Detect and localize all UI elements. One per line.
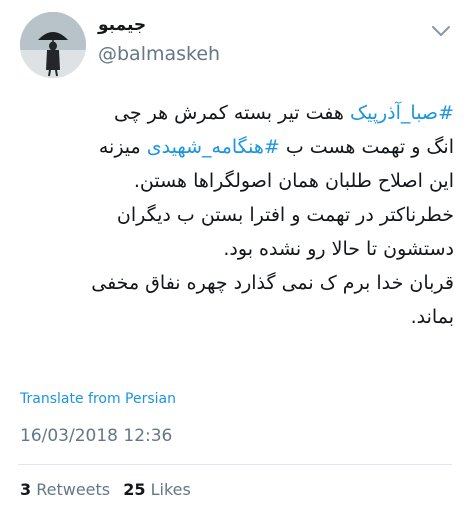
tweet-line: این اصلاح طلبان همان اصولگراها هستن. bbox=[18, 164, 454, 198]
avatar-image bbox=[20, 12, 86, 78]
tweet-text-segment: هفت تیر بسته کمرش هر چی bbox=[113, 102, 350, 124]
tweet-line: دستشون تا حالا رو نشده بود. bbox=[18, 232, 454, 266]
tweet-text-segment: بماند. bbox=[410, 306, 454, 328]
tweet-text-segment: میزنه bbox=[98, 136, 147, 158]
tweet-text-segment: خطرناکتر در تهمت و افترا بستن ب دیگران bbox=[116, 204, 454, 226]
user-handle[interactable]: @balmaskeh bbox=[98, 42, 220, 66]
tweet-text-segment: دستشون تا حالا رو نشده بود. bbox=[223, 238, 454, 260]
tweet-line: انگ و تهمت هست ب #هنگامه_شهیدی میزنه bbox=[18, 130, 454, 164]
tweet-line: بماند. bbox=[18, 300, 454, 334]
retweets-stat[interactable]: 3 Retweets bbox=[20, 480, 110, 499]
tweet-line: #صبا_آذرپیک هفت تیر بسته کمرش هر چی bbox=[18, 96, 454, 130]
chevron-down-icon[interactable] bbox=[430, 24, 452, 38]
likes-count: 25 bbox=[123, 480, 146, 499]
tweet-text-segment: قربان خدا برم ک نمی گذارد چهره نفاق مخفی bbox=[91, 272, 454, 294]
tweet-line: قربان خدا برم ک نمی گذارد چهره نفاق مخفی bbox=[18, 266, 454, 300]
hashtag-link[interactable]: #صبا_آذرپیک bbox=[350, 102, 454, 124]
tweet-timestamp[interactable]: 16/03/2018 12:36 bbox=[20, 426, 172, 446]
retweets-label: Retweets bbox=[36, 480, 111, 499]
tweet-text-segment: انگ و تهمت هست ب bbox=[279, 136, 454, 158]
likes-label: Likes bbox=[150, 480, 191, 499]
retweets-count: 3 bbox=[20, 480, 32, 499]
tweet-text: #صبا_آذرپیک هفت تیر بسته کمرش هر چی انگ و… bbox=[18, 96, 454, 334]
hashtag-link[interactable]: #هنگامه_شهیدی bbox=[147, 136, 280, 158]
tweet-stats: 3 Retweets 25 Likes bbox=[20, 480, 191, 499]
user-info[interactable]: جیمبو @balmaskeh bbox=[98, 14, 220, 66]
translate-link[interactable]: Translate from Persian bbox=[20, 391, 176, 407]
display-name[interactable]: جیمبو bbox=[98, 14, 220, 36]
tweet-text-segment: این اصلاح طلبان همان اصولگراها هستن. bbox=[133, 170, 454, 192]
likes-stat[interactable]: 25 Likes bbox=[123, 480, 191, 499]
tweet-card: جیمبو @balmaskeh #صبا_آذرپیک هفت تیر بست… bbox=[0, 0, 470, 520]
avatar[interactable] bbox=[20, 12, 86, 78]
divider bbox=[18, 464, 452, 465]
tweet-line: خطرناکتر در تهمت و افترا بستن ب دیگران bbox=[18, 198, 454, 232]
